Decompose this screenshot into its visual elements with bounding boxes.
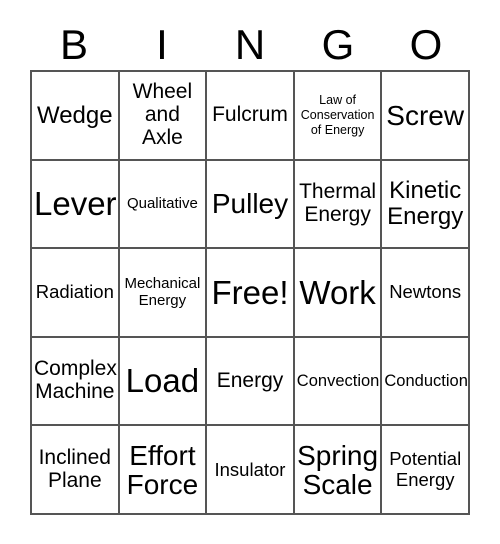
bingo-cell-label: Law of Conservation of Energy: [300, 93, 375, 137]
bingo-cell[interactable]: Convection: [294, 337, 383, 427]
bingo-cell[interactable]: Wedge: [32, 72, 120, 161]
bingo-cell-label: Qualitative: [126, 195, 198, 213]
header-letter-o: O: [409, 21, 443, 68]
bingo-cell-label: Potential Energy: [389, 448, 462, 490]
header-letter-g: G: [321, 21, 355, 68]
bingo-cell[interactable]: Work: [294, 249, 383, 338]
bingo-cell-label: Fulcrum: [212, 102, 288, 126]
bingo-cell[interactable]: Newtons: [382, 249, 470, 338]
bingo-cell[interactable]: Wheel and Axle: [119, 72, 208, 161]
bingo-cell[interactable]: Complex Machine: [32, 337, 120, 427]
header-letter-b: B: [59, 21, 88, 68]
bingo-cell[interactable]: Conduction: [382, 337, 470, 427]
bingo-cell-label: Load: [125, 362, 200, 400]
bingo-cell[interactable]: Radiation: [32, 249, 120, 338]
bingo-cell-label: Conduction: [384, 371, 468, 390]
bingo-cell[interactable]: Load: [119, 337, 208, 427]
bingo-cell-label: Spring Scale: [297, 439, 379, 500]
bingo-cell-label: Free!: [211, 273, 289, 311]
bingo-cell[interactable]: Screw: [382, 72, 470, 161]
bingo-cell[interactable]: Pulley: [207, 160, 295, 250]
bingo-header: B I N G O: [30, 20, 470, 70]
bingo-cell-label: Wedge: [36, 101, 113, 129]
bingo-cell-label: Thermal Energy: [299, 180, 377, 226]
bingo-cell-label: Kinetic Energy: [387, 177, 464, 230]
bingo-cell[interactable]: Law of Conservation of Energy: [294, 72, 383, 161]
bingo-cell[interactable]: Inclined Plane: [32, 426, 120, 515]
bingo-cell-label: Effort Force: [126, 439, 199, 500]
bingo-card: B I N G O Wedge Wheel and Axle Fulcrum Law …: [0, 0, 500, 544]
bingo-cell-label: Convection: [296, 371, 380, 390]
bingo-cell[interactable]: Mechanical Energy: [119, 249, 208, 338]
bingo-cell-label: Energy: [216, 368, 284, 392]
bingo-cell-free[interactable]: Free!: [207, 249, 295, 338]
bingo-cell-label: Newtons: [389, 281, 462, 303]
bingo-cell-label: Inclined Plane: [38, 446, 111, 492]
bingo-cell-label: Mechanical Energy: [124, 275, 201, 310]
bingo-cell[interactable]: Energy: [207, 337, 295, 427]
bingo-cell[interactable]: Potential Energy: [382, 426, 470, 515]
bingo-cell-label: Work: [299, 273, 376, 311]
bingo-cell-label: Wheel and Axle: [132, 80, 193, 149]
bingo-cell[interactable]: Insulator: [207, 426, 295, 515]
bingo-cell[interactable]: Qualitative: [119, 160, 208, 250]
header-letter-n: N: [234, 21, 266, 68]
bingo-cell-label: Insulator: [214, 458, 286, 480]
bingo-cell[interactable]: Spring Scale: [294, 426, 383, 515]
bingo-cell-label: Complex Machine: [34, 357, 117, 404]
bingo-cell-label: Radiation: [35, 281, 114, 303]
bingo-cell-label: Screw: [386, 99, 465, 131]
bingo-cell-label: Pulley: [211, 188, 289, 220]
header-letter-i: I: [156, 21, 168, 68]
bingo-cell-label: Lever: [34, 185, 117, 223]
bingo-cell[interactable]: Thermal Energy: [294, 160, 383, 250]
bingo-cell[interactable]: Effort Force: [119, 426, 208, 515]
bingo-cell[interactable]: Lever: [32, 160, 120, 250]
bingo-cell[interactable]: Kinetic Energy: [382, 160, 470, 250]
bingo-grid: Wedge Wheel and Axle Fulcrum Law of Conserv…: [30, 70, 470, 515]
bingo-cell[interactable]: Fulcrum: [207, 72, 295, 161]
